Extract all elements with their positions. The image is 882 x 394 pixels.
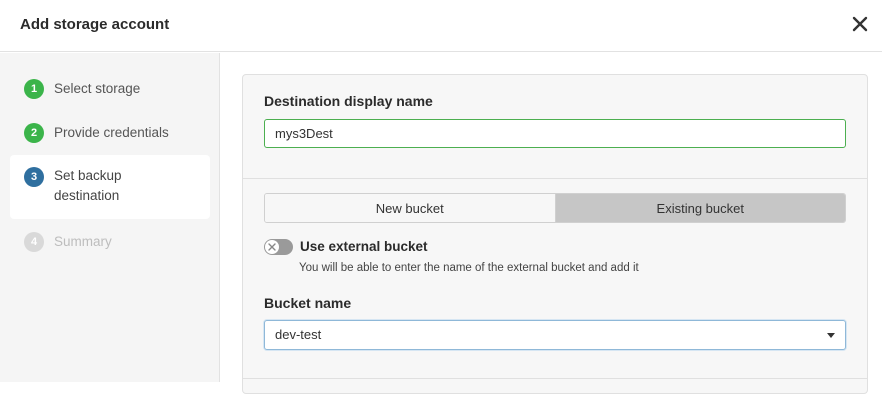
caret-down-icon xyxy=(827,333,835,338)
new-bucket-option[interactable]: New bucket xyxy=(265,194,555,222)
step-provide-credentials[interactable]: 2 Provide credentials xyxy=(10,123,210,143)
form-panel: Destination display name mys3Dest New bu… xyxy=(242,74,868,394)
bucket-name-select[interactable]: dev-test xyxy=(264,320,846,350)
step-label: Provide credentials xyxy=(54,125,169,140)
section-divider xyxy=(243,178,867,179)
external-bucket-label: Use external bucket xyxy=(300,239,428,254)
bucket-name-label: Bucket name xyxy=(264,295,352,311)
step-set-backup-destination[interactable]: 3 Set backup destination xyxy=(10,155,210,219)
steps-sidebar: 1 Select storage 2 Provide credentials 3… xyxy=(0,53,220,382)
step-label: Select storage xyxy=(54,81,141,96)
destination-name-label: Destination display name xyxy=(264,93,433,109)
step-label: Summary xyxy=(54,234,112,249)
section-divider-bottom xyxy=(243,378,867,379)
x-icon xyxy=(268,238,276,256)
bucket-mode-toggle: New bucket Existing bucket xyxy=(264,193,846,223)
destination-name-input[interactable]: mys3Dest xyxy=(264,119,846,148)
step-label-line1: Set backup xyxy=(54,168,122,183)
close-button[interactable] xyxy=(846,12,874,40)
step-number: 4 xyxy=(24,232,44,252)
step-select-storage[interactable]: 1 Select storage xyxy=(10,79,210,99)
step-number: 2 xyxy=(24,123,44,143)
step-number: 1 xyxy=(24,79,44,99)
bucket-name-value: dev-test xyxy=(275,327,322,342)
toggle-knob xyxy=(265,240,279,254)
dialog-title: Add storage account xyxy=(20,16,170,33)
dialog-header: Add storage account xyxy=(0,0,882,52)
step-summary[interactable]: 4 Summary xyxy=(10,232,210,252)
external-bucket-helper: You will be able to enter the name of th… xyxy=(299,262,639,274)
step-label-line2: destination xyxy=(54,188,120,203)
close-icon xyxy=(852,16,868,37)
step-number: 3 xyxy=(24,167,44,187)
destination-name-value: mys3Dest xyxy=(275,126,333,141)
existing-bucket-option[interactable]: Existing bucket xyxy=(554,194,845,222)
external-bucket-toggle[interactable] xyxy=(264,239,293,255)
